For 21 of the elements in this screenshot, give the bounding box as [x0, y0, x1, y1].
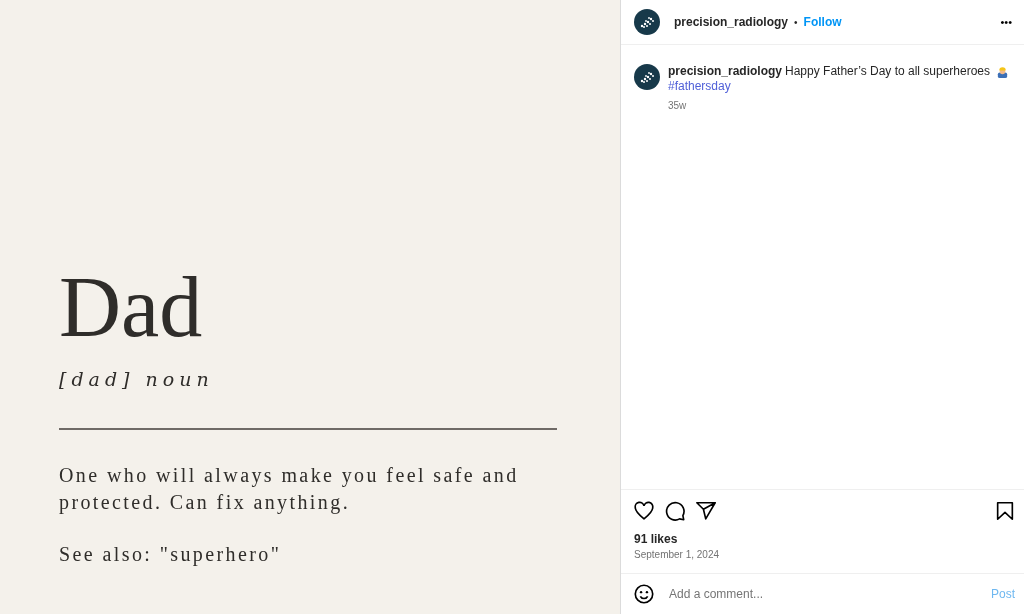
caption-text: Happy Father’s Day to all superheroes — [785, 64, 991, 79]
bookmark-icon[interactable] — [994, 500, 1016, 522]
separator-dot: • — [794, 16, 798, 28]
username-link[interactable]: precision_radiology — [668, 64, 783, 79]
pronunciation: [dad] noun — [59, 368, 214, 390]
avatar-icon[interactable] — [634, 64, 660, 90]
hashtag-link[interactable]: #fathersday — [668, 79, 731, 94]
username-link[interactable]: precision_radiology — [674, 15, 789, 29]
see-also-text: See also: "superhero" — [59, 543, 282, 566]
avatar-icon[interactable] — [634, 9, 660, 35]
heart-icon[interactable] — [633, 500, 655, 522]
share-icon[interactable] — [695, 500, 717, 522]
headword: Dad — [59, 264, 203, 350]
definition-text: One who will always make you feel safe and protected. Can fix anything. — [59, 463, 520, 516]
emoji-icon[interactable] — [633, 583, 655, 605]
post-age: 35w — [668, 99, 687, 113]
worker-icon — [996, 65, 1010, 78]
comment-icon[interactable] — [664, 500, 686, 522]
more-options-button[interactable]: ••• — [1000, 16, 1012, 28]
likes-count[interactable]: 91 likes — [621, 522, 691, 546]
post-date: September 1, 2024 — [633, 548, 721, 560]
